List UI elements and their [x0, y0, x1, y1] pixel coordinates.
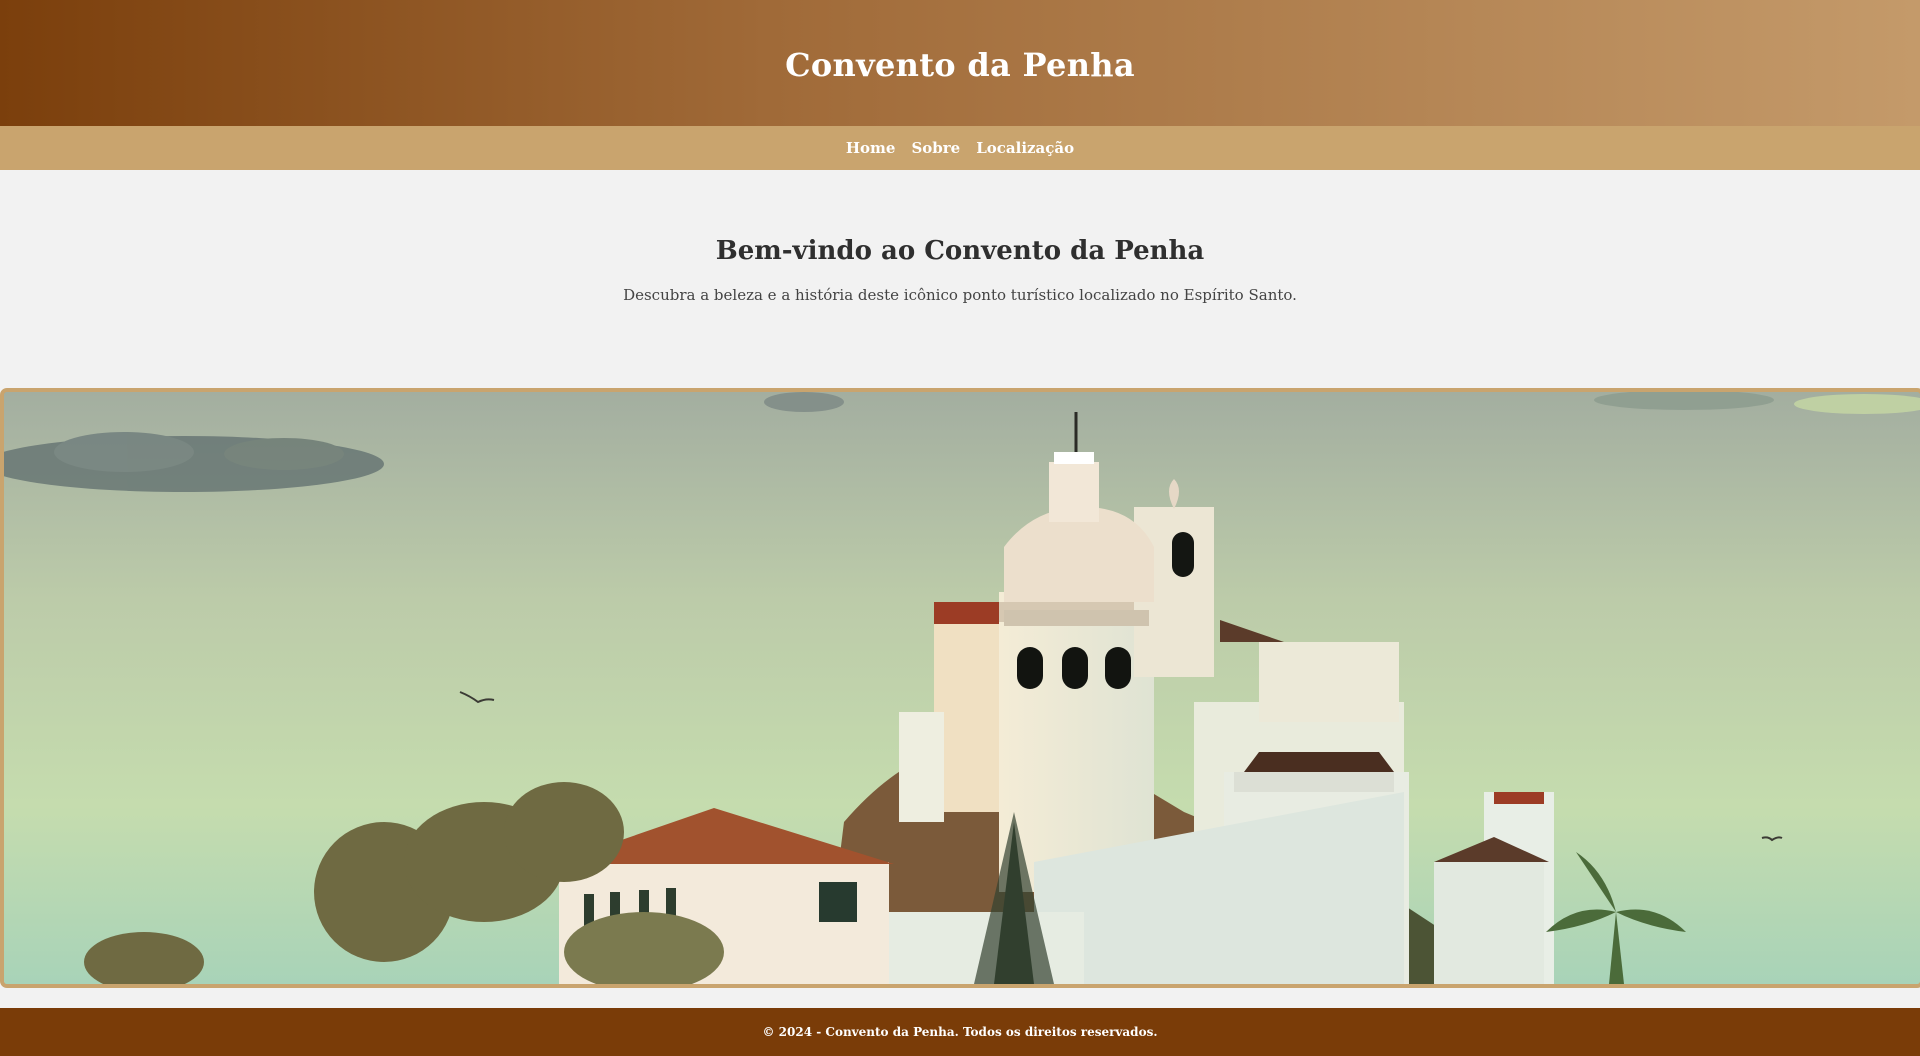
intro-text: Descubra a beleza e a história deste icô… [623, 286, 1297, 304]
hero-image [0, 388, 1920, 988]
nav-link-sobre[interactable]: Sobre [911, 139, 960, 157]
site-title: Convento da Penha [785, 46, 1135, 84]
main-nav: Home Sobre Localização [0, 126, 1920, 170]
intro-section: Bem-vindo ao Convento da Penha Descubra … [0, 170, 1920, 388]
site-header: Convento da Penha [0, 0, 1920, 126]
nav-link-home[interactable]: Home [846, 139, 896, 157]
site-footer: © 2024 - Convento da Penha. Todos os dir… [0, 1008, 1920, 1056]
intro-title: Bem-vindo ao Convento da Penha [715, 236, 1205, 266]
convent-photo [4, 392, 1920, 984]
nav-link-localizacao[interactable]: Localização [976, 139, 1074, 157]
footer-copyright: © 2024 - Convento da Penha. Todos os dir… [762, 1025, 1158, 1039]
